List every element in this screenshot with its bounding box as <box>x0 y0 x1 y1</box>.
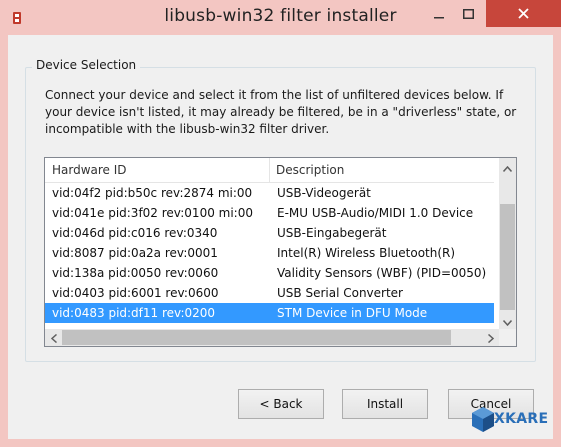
description-cell: USB-Eingabegerät <box>277 226 387 240</box>
device-row[interactable]: vid:046d pid:c016 rev:0340 USB-Eingabege… <box>45 223 494 243</box>
close-button[interactable] <box>486 0 561 27</box>
description-cell: USB-Videogerät <box>277 186 371 200</box>
chevron-right-icon <box>487 328 494 346</box>
scrollbar-corner <box>499 329 516 346</box>
scroll-left-button[interactable] <box>45 329 62 346</box>
device-row[interactable]: vid:8087 pid:0a2a rev:0001 Intel(R) Wire… <box>45 243 494 263</box>
column-header-description[interactable]: Description <box>270 158 494 183</box>
title-bar[interactable]: libusb-win32 filter installer <box>0 0 561 35</box>
group-legend: Device Selection <box>32 58 141 72</box>
description-cell: USB Serial Converter <box>277 286 403 300</box>
watermark-logo: XKARE <box>470 395 561 447</box>
device-row[interactable]: vid:04f2 pid:b50c rev:2874 mi:00 USB-Vid… <box>45 183 494 203</box>
hardware-id-cell: vid:046d pid:c016 rev:0340 <box>52 226 218 240</box>
instructions-text: Connect your device and select it from t… <box>45 88 517 136</box>
install-button[interactable]: Install <box>342 389 428 419</box>
list-header: Hardware ID Description <box>45 158 494 183</box>
hardware-id-cell: vid:0403 pid:6001 rev:0600 <box>52 286 219 300</box>
chevron-down-icon <box>502 311 513 330</box>
hardware-id-cell: vid:8087 pid:0a2a rev:0001 <box>52 246 218 260</box>
hardware-id-cell: vid:138a pid:0050 rev:0060 <box>52 266 219 280</box>
horizontal-scroll-thumb[interactable] <box>62 330 451 345</box>
maximize-button[interactable] <box>455 0 481 27</box>
vertical-scrollbar[interactable] <box>499 158 516 329</box>
chevron-left-icon <box>50 328 57 346</box>
description-cell: Intel(R) Wireless Bluetooth(R) <box>277 246 456 260</box>
device-row[interactable]: vid:041e pid:3f02 rev:0100 mi:00 E-MU US… <box>45 203 494 223</box>
watermark-text: XKARE <box>494 411 549 427</box>
minimize-button[interactable] <box>424 0 453 27</box>
installer-window: libusb-win32 filter installer Device Sel… <box>0 0 561 447</box>
hardware-id-cell: vid:04f2 pid:b50c rev:2874 mi:00 <box>52 186 253 200</box>
list-rows: vid:04f2 pid:b50c rev:2874 mi:00 USB-Vid… <box>45 183 494 323</box>
column-header-hardware-id[interactable]: Hardware ID <box>45 158 270 183</box>
description-cell: E-MU USB-Audio/MIDI 1.0 Device <box>277 206 474 220</box>
hardware-id-cell: vid:0483 pid:df11 rev:0200 <box>52 306 216 320</box>
back-button[interactable]: < Back <box>238 389 324 419</box>
scroll-up-button[interactable] <box>499 158 516 175</box>
close-icon <box>518 8 529 19</box>
dialog-client-area: Device Selection Connect your device and… <box>8 35 553 439</box>
cube-icon <box>472 407 494 432</box>
vertical-scroll-thumb[interactable] <box>500 204 515 310</box>
description-cell: STM Device in DFU Mode <box>277 306 428 320</box>
maximize-icon <box>462 8 474 19</box>
device-row[interactable]: vid:138a pid:0050 rev:0060 Validity Sens… <box>45 263 494 283</box>
device-list[interactable]: Hardware ID Description vid:04f2 pid:b50… <box>44 157 517 347</box>
device-row-selected[interactable]: vid:0483 pid:df11 rev:0200 STM Device in… <box>45 303 494 323</box>
scroll-down-button[interactable] <box>499 312 516 329</box>
description-cell: Validity Sensors (WBF) (PID=0050) <box>277 266 487 280</box>
device-row[interactable]: vid:0403 pid:6001 rev:0600 USB Serial Co… <box>45 283 494 303</box>
chevron-up-icon <box>502 158 513 176</box>
hardware-id-cell: vid:041e pid:3f02 rev:0100 mi:00 <box>52 206 253 220</box>
horizontal-scrollbar[interactable] <box>45 329 499 346</box>
scroll-right-button[interactable] <box>482 329 499 346</box>
minimize-icon <box>433 9 444 19</box>
